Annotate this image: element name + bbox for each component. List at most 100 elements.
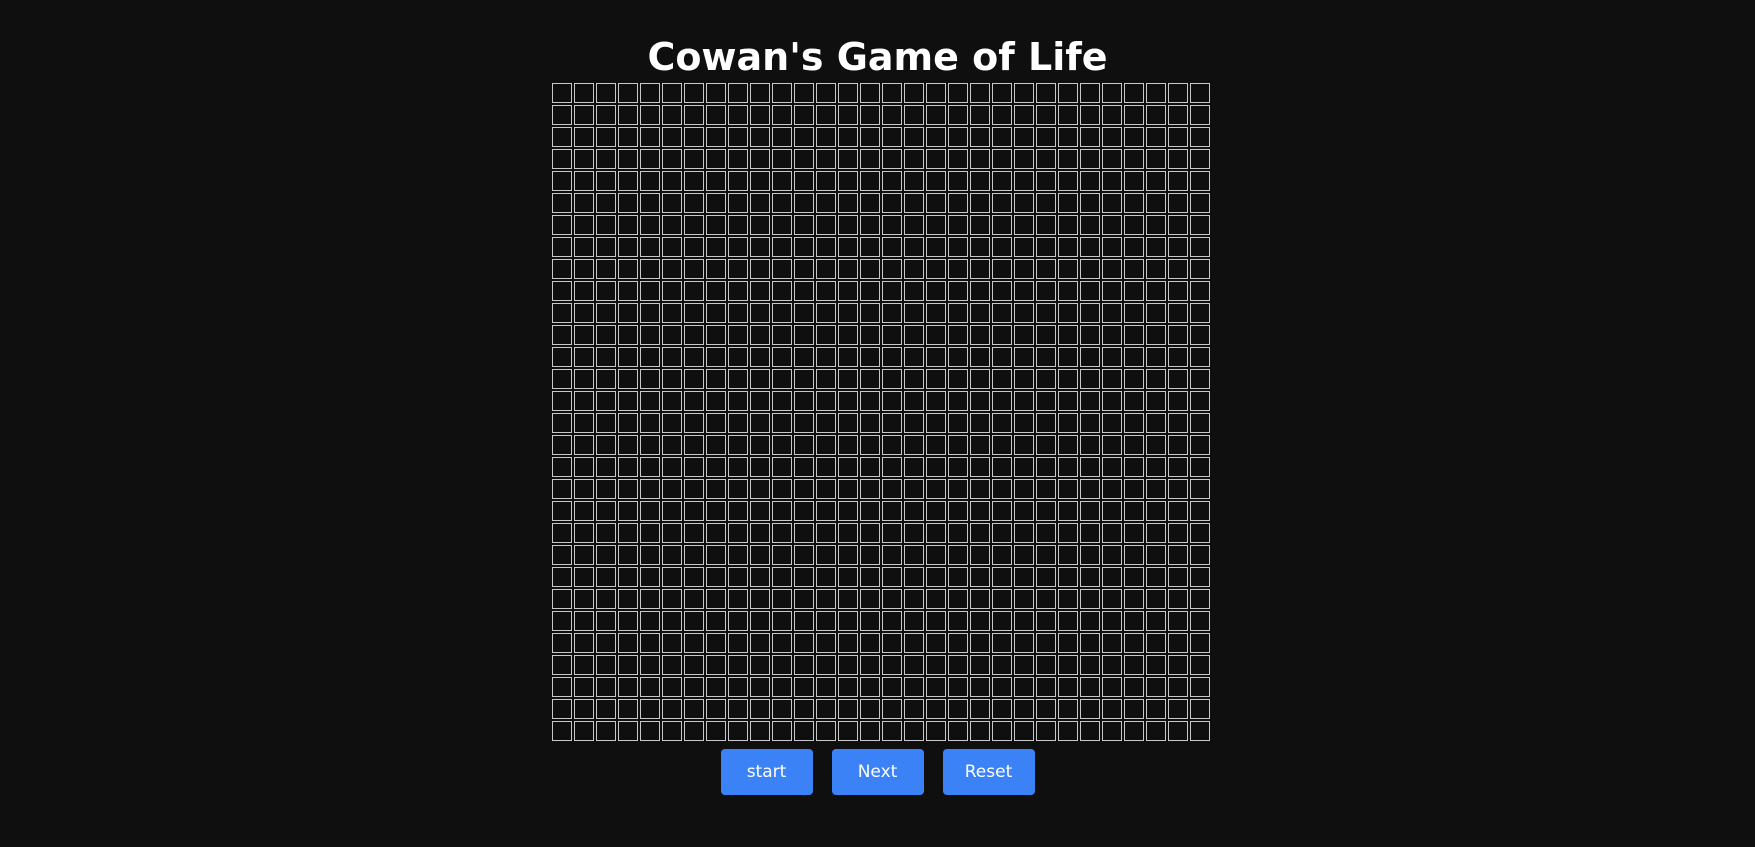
- board-cell[interactable]: [750, 479, 770, 499]
- board-cell[interactable]: [794, 149, 814, 169]
- board-cell[interactable]: [1036, 347, 1056, 367]
- board-cell[interactable]: [596, 303, 616, 323]
- board-cell[interactable]: [552, 193, 572, 213]
- board-cell[interactable]: [1190, 501, 1210, 521]
- board-cell[interactable]: [1036, 215, 1056, 235]
- board-cell[interactable]: [1124, 193, 1144, 213]
- board-cell[interactable]: [1014, 127, 1034, 147]
- board-cell[interactable]: [684, 369, 704, 389]
- board-cell[interactable]: [728, 633, 748, 653]
- board-cell[interactable]: [1168, 369, 1188, 389]
- board-cell[interactable]: [618, 325, 638, 345]
- board-cell[interactable]: [728, 347, 748, 367]
- board-cell[interactable]: [662, 105, 682, 125]
- board-cell[interactable]: [1080, 369, 1100, 389]
- board-cell[interactable]: [596, 193, 616, 213]
- board-cell[interactable]: [728, 215, 748, 235]
- board-cell[interactable]: [816, 325, 836, 345]
- board-cell[interactable]: [904, 325, 924, 345]
- board-cell[interactable]: [750, 567, 770, 587]
- board-cell[interactable]: [1190, 281, 1210, 301]
- board-cell[interactable]: [684, 677, 704, 697]
- board-cell[interactable]: [838, 501, 858, 521]
- board-cell[interactable]: [794, 193, 814, 213]
- board-cell[interactable]: [1146, 611, 1166, 631]
- board-cell[interactable]: [706, 567, 726, 587]
- board-cell[interactable]: [838, 171, 858, 191]
- board-cell[interactable]: [1014, 369, 1034, 389]
- board-cell[interactable]: [574, 545, 594, 565]
- board-cell[interactable]: [1080, 501, 1100, 521]
- board-cell[interactable]: [970, 435, 990, 455]
- board-cell[interactable]: [926, 413, 946, 433]
- board-cell[interactable]: [706, 237, 726, 257]
- board-cell[interactable]: [706, 83, 726, 103]
- board-cell[interactable]: [684, 457, 704, 477]
- board-cell[interactable]: [640, 83, 660, 103]
- board-cell[interactable]: [1190, 259, 1210, 279]
- board-cell[interactable]: [816, 303, 836, 323]
- board-cell[interactable]: [1146, 655, 1166, 675]
- board-cell[interactable]: [970, 501, 990, 521]
- board-cell[interactable]: [706, 611, 726, 631]
- board-cell[interactable]: [1036, 523, 1056, 543]
- board-cell[interactable]: [618, 699, 638, 719]
- board-cell[interactable]: [1102, 435, 1122, 455]
- board-cell[interactable]: [838, 259, 858, 279]
- board-cell[interactable]: [1124, 633, 1144, 653]
- board-cell[interactable]: [1146, 677, 1166, 697]
- board-cell[interactable]: [860, 545, 880, 565]
- board-cell[interactable]: [728, 171, 748, 191]
- board-cell[interactable]: [838, 545, 858, 565]
- board-cell[interactable]: [640, 457, 660, 477]
- board-cell[interactable]: [1168, 259, 1188, 279]
- board-cell[interactable]: [882, 303, 902, 323]
- board-cell[interactable]: [728, 545, 748, 565]
- board-cell[interactable]: [772, 567, 792, 587]
- board-cell[interactable]: [816, 259, 836, 279]
- board-cell[interactable]: [684, 193, 704, 213]
- board-cell[interactable]: [992, 567, 1012, 587]
- board-cell[interactable]: [1014, 303, 1034, 323]
- board-cell[interactable]: [662, 347, 682, 367]
- board-cell[interactable]: [1168, 721, 1188, 741]
- board-cell[interactable]: [948, 479, 968, 499]
- board-cell[interactable]: [816, 215, 836, 235]
- board-cell[interactable]: [948, 633, 968, 653]
- board-cell[interactable]: [970, 193, 990, 213]
- board-cell[interactable]: [1190, 237, 1210, 257]
- board-cell[interactable]: [904, 567, 924, 587]
- board-cell[interactable]: [662, 545, 682, 565]
- board-cell[interactable]: [596, 215, 616, 235]
- board-cell[interactable]: [1058, 699, 1078, 719]
- board-cell[interactable]: [574, 259, 594, 279]
- board-cell[interactable]: [1036, 303, 1056, 323]
- board-cell[interactable]: [728, 259, 748, 279]
- board-cell[interactable]: [662, 259, 682, 279]
- board-cell[interactable]: [1124, 501, 1144, 521]
- board-cell[interactable]: [838, 677, 858, 697]
- board-cell[interactable]: [684, 435, 704, 455]
- board-cell[interactable]: [750, 303, 770, 323]
- board-cell[interactable]: [816, 237, 836, 257]
- board-cell[interactable]: [816, 457, 836, 477]
- board-cell[interactable]: [970, 281, 990, 301]
- board-cell[interactable]: [1146, 83, 1166, 103]
- board-cell[interactable]: [992, 369, 1012, 389]
- board-cell[interactable]: [596, 391, 616, 411]
- board-cell[interactable]: [618, 105, 638, 125]
- board-cell[interactable]: [728, 721, 748, 741]
- board-cell[interactable]: [816, 105, 836, 125]
- board-cell[interactable]: [1124, 281, 1144, 301]
- board-cell[interactable]: [838, 193, 858, 213]
- board-cell[interactable]: [1036, 171, 1056, 191]
- board-cell[interactable]: [904, 457, 924, 477]
- board-cell[interactable]: [1168, 479, 1188, 499]
- board-cell[interactable]: [1168, 567, 1188, 587]
- board-cell[interactable]: [1036, 633, 1056, 653]
- board-cell[interactable]: [662, 237, 682, 257]
- board-cell[interactable]: [618, 237, 638, 257]
- board-cell[interactable]: [926, 259, 946, 279]
- board-cell[interactable]: [926, 347, 946, 367]
- board-cell[interactable]: [1190, 193, 1210, 213]
